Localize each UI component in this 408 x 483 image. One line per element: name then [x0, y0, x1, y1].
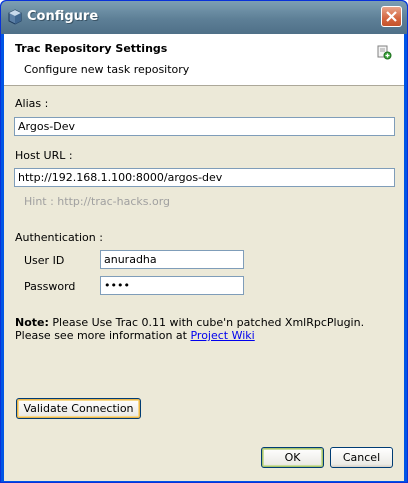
note-prefix: Note: [15, 316, 49, 329]
header-title: Trac Repository Settings [15, 42, 168, 55]
user-id-input[interactable] [100, 250, 244, 269]
task-repository-icon [377, 45, 392, 60]
header-panel: Trac Repository Settings Configure new t… [4, 34, 404, 86]
alias-input[interactable] [14, 117, 395, 136]
ok-button[interactable]: OK [261, 447, 324, 468]
cancel-button[interactable]: Cancel [330, 447, 393, 468]
password-input[interactable] [100, 276, 244, 295]
configure-dialog: Configure Trac Repository Settings Confi… [0, 0, 408, 483]
dialog-body: Trac Repository Settings Configure new t… [4, 34, 404, 481]
user-id-label: User ID [24, 254, 65, 267]
header-subtitle: Configure new task repository [24, 63, 190, 76]
close-button[interactable] [381, 6, 402, 27]
alias-label: Alias : [15, 97, 49, 110]
host-url-input[interactable] [14, 168, 395, 187]
window-title: Configure [27, 9, 99, 24]
title-bar[interactable]: Configure [1, 1, 407, 34]
note-text: Note: Please Use Trac 0.11 with cube'n p… [15, 316, 395, 342]
host-url-label: Host URL : [15, 149, 73, 162]
password-label: Password [24, 280, 76, 293]
project-wiki-link[interactable]: Project Wiki [190, 329, 254, 342]
host-url-hint: Hint : http://trac-hacks.org [24, 195, 171, 208]
close-icon [386, 11, 397, 22]
app-icon [8, 9, 22, 25]
validate-connection-button[interactable]: Validate Connection [16, 398, 141, 419]
authentication-label: Authentication : [15, 231, 103, 244]
